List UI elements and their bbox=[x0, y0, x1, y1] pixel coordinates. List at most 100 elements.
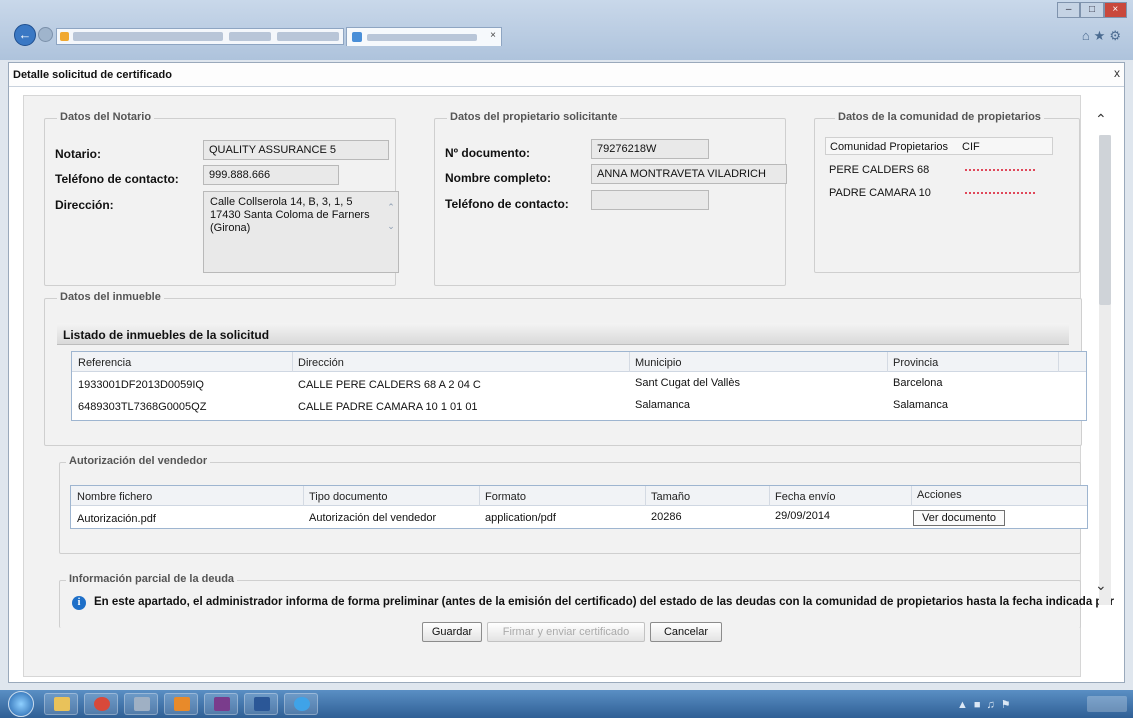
deuda-info-text: En este apartado, el administrador infor… bbox=[94, 596, 1114, 608]
col-comunidad: Comunidad Propietarios bbox=[830, 141, 949, 153]
cell-direccion: CALLE PADRE CAMARA 10 1 01 01 bbox=[298, 401, 478, 413]
taskbar-ie[interactable] bbox=[284, 693, 318, 715]
column-header: Provincia bbox=[893, 357, 939, 369]
taskbar-outlook[interactable] bbox=[164, 693, 198, 715]
taskbar-chrome[interactable] bbox=[84, 693, 118, 715]
os-taskbar: ▲■♫⚑ bbox=[0, 690, 1133, 718]
firmar-enviar-button[interactable]: Firmar y enviar certificado bbox=[487, 622, 645, 642]
notario-telefono-label: Teléfono de contacto: bbox=[55, 172, 179, 186]
cell-tipo-documento: Autorización del vendedor bbox=[309, 512, 437, 524]
chevron-up-icon[interactable]: ⌃ bbox=[1095, 111, 1107, 128]
cif-redacted-mark bbox=[965, 190, 1035, 194]
deuda-section: Información parcial de la deuda i En est… bbox=[59, 573, 1114, 628]
chevron-down-icon[interactable]: ⌄ bbox=[385, 220, 397, 233]
documento-field[interactable]: 79276218W bbox=[591, 139, 709, 159]
column-header: Acciones bbox=[917, 489, 962, 501]
maximize-icon[interactable]: □ bbox=[1080, 2, 1104, 18]
inmueble-section: Datos del inmueble Listado de inmuebles … bbox=[44, 291, 1087, 446]
column-header: Dirección bbox=[298, 357, 344, 369]
chrome-icon bbox=[94, 697, 110, 711]
taskbar-explorer[interactable] bbox=[44, 693, 78, 715]
cancelar-button[interactable]: Cancelar bbox=[650, 622, 722, 642]
direccion-textarea[interactable]: Calle Collserola 14, B, 3, 1, 5 17430 Sa… bbox=[203, 191, 399, 273]
dialog-title: Detalle solicitud de certificado bbox=[13, 69, 172, 81]
notario-section: Datos del Notario Notario: QUALITY ASSUR… bbox=[44, 111, 399, 286]
comunidad-row: PERE CALDERS 68 bbox=[829, 164, 930, 176]
column-header: Municipio bbox=[635, 357, 682, 369]
notario-telefono-field[interactable]: 999.888.666 bbox=[203, 165, 339, 185]
propietario-telefono-field[interactable] bbox=[591, 190, 709, 210]
certificate-request-dialog: Detalle solicitud de certificado x Datos… bbox=[8, 62, 1125, 683]
scrollbar-thumb[interactable] bbox=[1099, 135, 1111, 305]
comunidad-legend: Datos de la comunidad de propietarios bbox=[835, 111, 1044, 123]
comunidad-table-header: Comunidad Propietarios CIF bbox=[825, 137, 1053, 155]
minimize-icon[interactable]: – bbox=[1057, 2, 1081, 18]
inmuebles-table: Referencia Dirección Municipio Provincia… bbox=[71, 351, 1087, 421]
inmueble-table-title: Listado de inmuebles de la solicitud bbox=[57, 323, 1069, 345]
start-button[interactable] bbox=[8, 691, 34, 717]
column-header: Tipo documento bbox=[309, 491, 388, 503]
comunidad-row: PADRE CAMARA 10 bbox=[829, 187, 931, 199]
propietario-section: Datos del propietario solicitante Nº doc… bbox=[434, 111, 787, 286]
textarea-scrollbar[interactable]: ⌃ ⌄ bbox=[385, 193, 397, 271]
propietario-telefono-label: Teléfono de contacto: bbox=[445, 197, 569, 211]
comunidad-section: Datos de la comunidad de propietarios Co… bbox=[814, 111, 1080, 273]
cell-tamano: 20286 bbox=[651, 511, 682, 523]
clock[interactable] bbox=[1087, 696, 1127, 712]
chevron-down-icon[interactable]: ⌄ bbox=[1095, 577, 1107, 594]
internet-explorer-icon bbox=[294, 697, 310, 711]
direccion-line: Calle Collserola 14, B, 3, 1, 5 bbox=[210, 196, 353, 208]
col-cif: CIF bbox=[962, 141, 980, 153]
ver-documento-button[interactable]: Ver documento bbox=[913, 510, 1005, 526]
deuda-legend: Información parcial de la deuda bbox=[66, 573, 238, 585]
word-icon bbox=[254, 697, 270, 711]
site-icon bbox=[60, 32, 69, 41]
documento-label: Nº documento: bbox=[445, 146, 531, 160]
nombre-field[interactable]: ANNA MONTRAVETA VILADRICH bbox=[591, 164, 787, 184]
window-controls: – □ × bbox=[1057, 2, 1127, 18]
tab-close-icon[interactable]: × bbox=[490, 30, 496, 41]
chevron-up-icon[interactable]: ⌃ bbox=[385, 201, 397, 214]
window-close-icon[interactable]: × bbox=[1103, 2, 1127, 18]
taskbar-app[interactable] bbox=[124, 693, 158, 715]
column-header: Formato bbox=[485, 491, 526, 503]
direccion-label: Dirección: bbox=[55, 198, 114, 212]
dialog-content: Datos del Notario Notario: QUALITY ASSUR… bbox=[23, 95, 1114, 677]
table-header: Nombre fichero Tipo documento Formato Ta… bbox=[71, 486, 1087, 506]
column-header: Nombre fichero bbox=[77, 491, 153, 503]
notario-legend: Datos del Notario bbox=[57, 111, 155, 123]
autorizacion-table: Nombre fichero Tipo documento Formato Ta… bbox=[70, 485, 1088, 529]
notario-field[interactable]: QUALITY ASSURANCE 5 bbox=[203, 140, 389, 160]
address-bar[interactable] bbox=[56, 28, 344, 45]
cell-fecha-envio: 29/09/2014 bbox=[775, 510, 831, 522]
app-icon bbox=[214, 697, 230, 711]
guardar-button[interactable]: Guardar bbox=[422, 622, 482, 642]
system-tray: ▲■♫⚑ bbox=[957, 695, 1127, 713]
cell-referencia: 6489303TL7368G0005QZ bbox=[78, 401, 207, 413]
cell-referencia: 1933001DF2013D0059IQ bbox=[78, 379, 204, 391]
column-header: Tamaño bbox=[651, 491, 691, 503]
cell-provincia: Barcelona bbox=[893, 377, 943, 389]
vendedor-legend: Autorización del vendedor bbox=[66, 455, 211, 467]
vendedor-section: Autorización del vendedor Nombre fichero… bbox=[59, 455, 1088, 554]
direccion-line: 17430 Santa Coloma de Farners bbox=[210, 209, 370, 221]
cell-formato: application/pdf bbox=[485, 512, 556, 524]
back-arrow-icon[interactable]: ← bbox=[14, 24, 36, 46]
column-header: Fecha envío bbox=[775, 491, 836, 503]
propietario-legend: Datos del propietario solicitante bbox=[447, 111, 621, 123]
column-header: Referencia bbox=[78, 357, 132, 369]
taskbar-app2[interactable] bbox=[204, 693, 238, 715]
dialog-scrollbar[interactable] bbox=[1099, 135, 1111, 605]
notario-label: Notario: bbox=[55, 147, 101, 161]
tray-icons[interactable]: ▲■♫⚑ bbox=[957, 698, 1017, 711]
taskbar-word[interactable] bbox=[244, 693, 278, 715]
cell-nombre-fichero: Autorización.pdf bbox=[77, 513, 156, 525]
dialog-close-icon[interactable]: x bbox=[1114, 66, 1120, 80]
browser-tab-active[interactable]: × bbox=[346, 27, 502, 46]
nombre-label: Nombre completo: bbox=[445, 171, 552, 185]
folder-icon bbox=[54, 697, 70, 711]
outlook-icon bbox=[174, 697, 190, 711]
cif-redacted-mark bbox=[965, 167, 1035, 171]
forward-arrow-icon[interactable] bbox=[38, 27, 53, 42]
browser-toolbar-icons: ⌂★⚙ bbox=[1081, 28, 1125, 43]
